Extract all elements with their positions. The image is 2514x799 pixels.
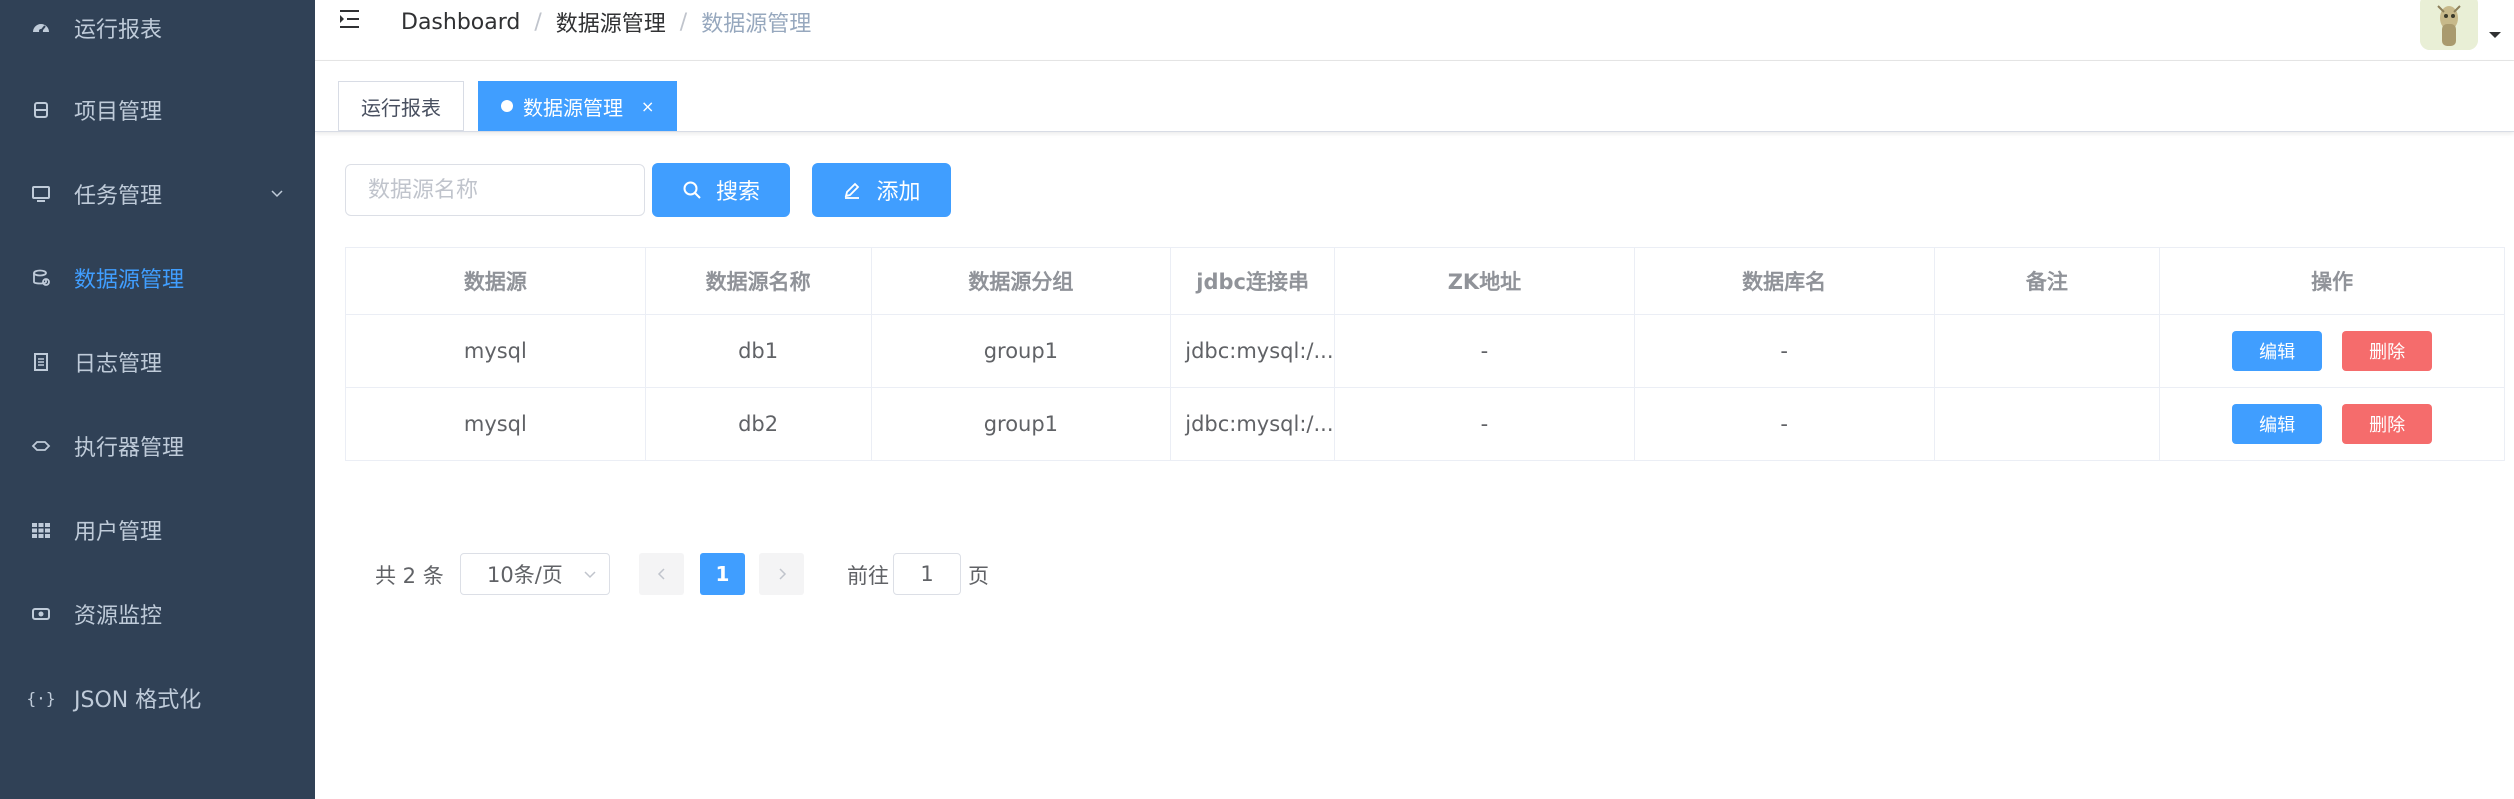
monitor-resource-icon xyxy=(30,603,52,625)
table-cell: mysql xyxy=(346,315,646,387)
sidebar-item-tasks[interactable]: 任务管理 xyxy=(0,166,315,222)
sidebar-item-json-format[interactable]: {·} JSON 格式化 xyxy=(0,670,315,726)
table-cell: - xyxy=(1335,315,1635,387)
chevron-left-icon xyxy=(657,568,665,580)
sidebar-item-label: JSON 格式化 xyxy=(74,688,202,713)
add-button[interactable]: 添加 xyxy=(812,163,951,217)
prev-page-button[interactable] xyxy=(639,553,684,595)
braces-icon: {·} xyxy=(26,688,56,708)
column-header: 数据库名 xyxy=(1635,248,1935,314)
sidebar: 运行报表 项目管理 任务管理 数据源管理 日志管理 执行器管理 用户管理 资源监… xyxy=(0,0,315,799)
navbar: Dashboard / 数据源管理 / 数据源管理 xyxy=(315,0,2514,61)
tags-view: 运行报表 数据源管理 × xyxy=(315,61,2514,132)
chevron-right-icon xyxy=(778,568,786,580)
sidebar-item-users[interactable]: 用户管理 xyxy=(0,502,315,558)
sidebar-item-resource-monitor[interactable]: 资源监控 xyxy=(0,586,315,642)
table-cell-actions: 编辑 删除 xyxy=(2160,315,2504,387)
table-cell: group1 xyxy=(872,388,1172,460)
table-header: 数据源 数据源名称 数据源分组 jdbc连接串 ZK地址 数据库名 备注 操作 xyxy=(346,248,2504,315)
column-header: jdbc连接串 xyxy=(1171,248,1336,314)
tab-datasource[interactable]: 数据源管理 × xyxy=(478,81,678,131)
column-header: 数据源分组 xyxy=(872,248,1172,314)
add-button-label: 添加 xyxy=(876,180,921,205)
search-icon xyxy=(683,181,701,199)
avatar[interactable] xyxy=(2420,0,2478,50)
breadcrumb-item-dashboard[interactable]: Dashboard xyxy=(401,10,520,35)
sidebar-item-label: 数据源管理 xyxy=(74,268,185,293)
table-cell: jdbc:mysql:/... xyxy=(1171,315,1336,387)
table-row: mysql db1 group1 jdbc:mysql:/... - - 编辑 … xyxy=(346,315,2504,388)
datasource-icon xyxy=(30,267,52,289)
sidebar-item-label: 用户管理 xyxy=(74,520,163,545)
sidebar-item-dashboard[interactable]: 运行报表 xyxy=(0,0,315,56)
column-header: 数据源名称 xyxy=(646,248,872,314)
breadcrumb-separator: / xyxy=(679,9,688,35)
active-dot-icon xyxy=(501,100,513,112)
page-size-select[interactable]: 10条/页 xyxy=(460,553,610,595)
column-header: 备注 xyxy=(1935,248,2161,314)
monitor-icon xyxy=(30,183,52,205)
database-icon xyxy=(30,99,52,121)
edit-icon xyxy=(845,182,860,199)
sidebar-item-label: 项目管理 xyxy=(74,100,163,125)
hamburger-icon[interactable] xyxy=(339,8,365,32)
search-button-label: 搜索 xyxy=(715,180,760,205)
delete-button[interactable]: 删除 xyxy=(2342,404,2433,444)
sidebar-item-label: 任务管理 xyxy=(74,184,163,209)
edit-button[interactable]: 编辑 xyxy=(2232,404,2323,444)
sidebar-item-label: 执行器管理 xyxy=(74,436,185,461)
table-cell: db1 xyxy=(646,315,872,387)
breadcrumb: Dashboard / 数据源管理 / 数据源管理 xyxy=(401,6,811,38)
sidebar-item-label: 运行报表 xyxy=(74,18,163,43)
delete-button[interactable]: 删除 xyxy=(2342,331,2433,371)
sidebar-item-projects[interactable]: 项目管理 xyxy=(0,82,315,138)
page-size-value: 10条/页 xyxy=(487,563,563,587)
table-cell xyxy=(1935,315,2161,387)
sidebar-item-datasource[interactable]: 数据源管理 xyxy=(0,250,315,306)
close-icon[interactable]: × xyxy=(641,97,654,116)
dashboard-icon xyxy=(30,17,52,39)
breadcrumb-separator: / xyxy=(534,9,542,35)
sidebar-item-executors[interactable]: 执行器管理 xyxy=(0,418,315,474)
table-cell: group1 xyxy=(872,315,1172,387)
sidebar-item-label: 资源监控 xyxy=(74,604,163,629)
page-jump-input[interactable] xyxy=(893,553,961,595)
tab-label: 数据源管理 xyxy=(523,95,623,120)
edit-button[interactable]: 编辑 xyxy=(2232,331,2323,371)
column-header: 数据源 xyxy=(346,248,646,314)
document-icon xyxy=(30,351,52,373)
breadcrumb-item-current: 数据源管理 xyxy=(701,12,812,37)
tab-dashboard[interactable]: 运行报表 xyxy=(338,81,464,131)
page-number-button[interactable]: 1 xyxy=(700,553,745,595)
executor-icon xyxy=(30,435,52,457)
chevron-down-icon xyxy=(271,190,283,198)
grid-icon xyxy=(30,519,52,541)
jump-suffix: 页 xyxy=(968,564,989,588)
column-header: 操作 xyxy=(2311,270,2354,294)
table-cell: - xyxy=(1635,315,1935,387)
table-cell: - xyxy=(1635,388,1935,460)
pagination-total: 共 2 条 xyxy=(375,564,444,588)
sidebar-item-logs[interactable]: 日志管理 xyxy=(0,334,315,390)
column-header: ZK地址 xyxy=(1335,248,1635,314)
table-cell: db2 xyxy=(646,388,872,460)
chevron-down-icon xyxy=(584,571,596,579)
jump-prefix: 前往 xyxy=(847,564,889,588)
table-cell: - xyxy=(1335,388,1635,460)
avatar-image xyxy=(2420,0,2478,50)
datasource-name-input[interactable] xyxy=(345,164,645,216)
sidebar-item-label: 日志管理 xyxy=(74,352,163,377)
table-cell: mysql xyxy=(346,388,646,460)
breadcrumb-item-datasource[interactable]: 数据源管理 xyxy=(556,6,666,38)
datasource-table: 数据源 数据源名称 数据源分组 jdbc连接串 ZK地址 数据库名 备注 操作 … xyxy=(345,247,2505,461)
table-cell xyxy=(1935,388,2161,460)
table-cell: jdbc:mysql:/... xyxy=(1171,388,1336,460)
search-button[interactable]: 搜索 xyxy=(652,163,790,217)
table-cell-actions: 编辑 删除 xyxy=(2160,388,2504,460)
next-page-button[interactable] xyxy=(759,553,804,595)
tab-label: 运行报表 xyxy=(361,95,441,120)
caret-down-icon[interactable] xyxy=(2488,30,2502,40)
table-row: mysql db2 group1 jdbc:mysql:/... - - 编辑 … xyxy=(346,388,2504,460)
